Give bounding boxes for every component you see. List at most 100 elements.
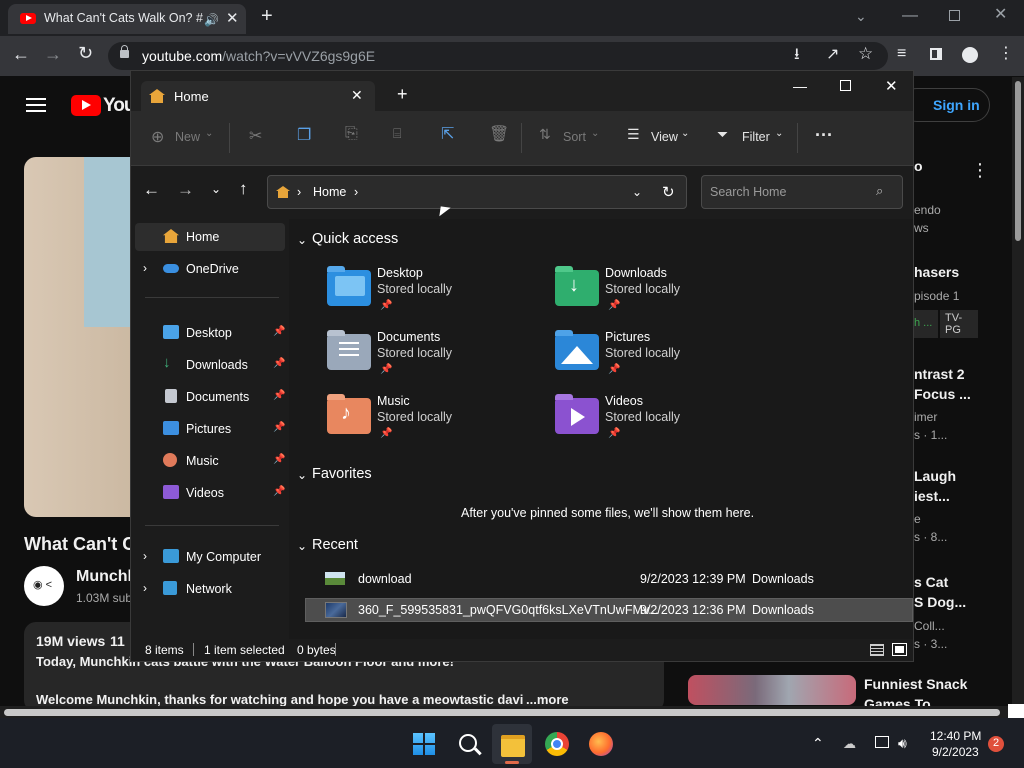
sidebar-5-title-2[interactable]: Games To <box>864 696 931 706</box>
nav-expand-computer-icon[interactable]: › <box>143 549 147 563</box>
file-explorer-taskbar-button[interactable] <box>492 724 532 764</box>
nav-item-desktop[interactable]: Desktop 📌 <box>135 319 285 347</box>
channel-name[interactable]: Munchk <box>76 568 136 586</box>
address-refresh-icon[interactable]: ↻ <box>662 183 675 201</box>
nav-item-videos[interactable]: Videos 📌 <box>135 479 285 507</box>
favorites-chevron-icon[interactable]: ⌄ <box>297 468 307 482</box>
page-scrollbar-vertical-thumb[interactable] <box>1015 81 1021 241</box>
explorer-new-tab-icon[interactable]: + <box>397 84 408 105</box>
quick-access-videos[interactable]: Videos Stored locally 📌 <box>555 394 775 454</box>
recent-row-download[interactable]: download 9/2/2023 12:39 PM Downloads <box>305 567 913 591</box>
nav-item-music[interactable]: Music 📌 <box>135 447 285 475</box>
sidebar-2-title-2[interactable]: Focus ... <box>914 386 971 402</box>
sidebar-more-icon[interactable]: ⋮ <box>971 160 989 181</box>
cut-icon[interactable]: ✂ <box>249 126 262 146</box>
explorer-tab-home[interactable]: Home ✕ <box>141 81 375 111</box>
tiles-view-icon[interactable] <box>892 643 907 656</box>
notification-badge[interactable]: 2 <box>988 736 1004 752</box>
recent-chevron-icon[interactable]: ⌄ <box>297 539 307 553</box>
nav-item-network[interactable]: › Network <box>135 575 285 603</box>
side-panel-icon[interactable] <box>930 48 942 60</box>
delete-icon[interactable]: 🗑 <box>489 124 509 144</box>
media-control-icon[interactable]: ≡ <box>897 46 906 62</box>
sidebar-5-thumbnail[interactable] <box>688 675 856 705</box>
reload-icon[interactable]: ↻ <box>78 44 93 62</box>
firefox-taskbar-icon[interactable] <box>589 732 613 756</box>
quick-access-pictures[interactable]: Pictures Stored locally 📌 <box>555 330 775 390</box>
explorer-address-bar[interactable]: › Home › ⌄ ↻ <box>267 175 687 209</box>
paste-icon[interactable]: ⎘ <box>345 125 358 143</box>
quick-access-music[interactable]: ♪ Music Stored locally 📌 <box>327 394 547 454</box>
rename-icon[interactable]: ⌸ <box>393 125 401 142</box>
nav-item-home[interactable]: Home <box>135 223 285 251</box>
network-status-icon[interactable] <box>875 736 889 748</box>
back-icon[interactable]: ← <box>12 45 30 63</box>
explorer-search-box[interactable]: Search Home ⌕ <box>701 175 903 209</box>
recent-locations-icon[interactable]: ⌄ <box>211 182 221 196</box>
address-dropdown-icon[interactable]: ⌄ <box>632 185 642 199</box>
nav-item-pictures[interactable]: Pictures 📌 <box>135 415 285 443</box>
share-file-icon[interactable]: ⇱ <box>441 124 454 144</box>
nav-item-my-computer[interactable]: › My Computer <box>135 543 285 571</box>
quick-access-downloads[interactable]: ↓ Downloads Stored locally 📌 <box>555 266 775 326</box>
chrome-taskbar-icon[interactable] <box>545 732 569 756</box>
sidebar-4-title-2[interactable]: S Dog... <box>914 594 966 610</box>
nav-back-icon[interactable]: ← <box>143 180 160 200</box>
nav-item-documents[interactable]: Documents 📌 <box>135 383 285 411</box>
more-options-button[interactable]: ··· <box>815 125 833 146</box>
install-app-icon[interactable]: ⭳ <box>794 47 800 63</box>
nav-item-downloads[interactable]: ↓ Downloads 📌 <box>135 351 285 379</box>
tab-search-icon[interactable]: ⌄ <box>855 8 867 24</box>
nav-forward-icon[interactable]: → <box>177 180 194 200</box>
audio-playing-icon[interactable]: 🔊 <box>204 12 219 28</box>
quick-access-desktop[interactable]: Desktop Stored locally 📌 <box>327 266 547 326</box>
sidebar-2-title-1[interactable]: ntrast 2 <box>914 366 965 382</box>
new-button[interactable]: New <box>175 130 200 144</box>
explorer-minimize-icon[interactable]: — <box>793 78 807 94</box>
nav-expand-network-icon[interactable]: › <box>143 581 147 595</box>
explorer-close-icon[interactable]: ✕ <box>885 77 898 95</box>
new-tab-icon[interactable]: + <box>261 6 273 26</box>
show-hidden-icons-icon[interactable]: ⌃ <box>812 735 824 752</box>
page-scrollbar-horizontal[interactable] <box>0 706 1024 718</box>
nav-up-icon[interactable]: ↑ <box>239 179 248 199</box>
youtube-logo[interactable] <box>71 95 101 116</box>
explorer-maximize-icon[interactable] <box>840 80 851 91</box>
window-close-icon[interactable]: ✕ <box>994 7 1007 23</box>
bookmark-star-icon[interactable]: ☆ <box>858 45 873 62</box>
minimize-icon[interactable]: — <box>902 8 918 24</box>
sidebar-5-title-1[interactable]: Funniest Snack <box>864 676 967 692</box>
clock-date[interactable]: 9/2/2023 <box>932 745 979 759</box>
explorer-tab-close-icon[interactable]: ✕ <box>351 87 363 104</box>
page-scrollbar-vertical[interactable] <box>1012 77 1024 706</box>
start-button-icon[interactable] <box>413 733 435 755</box>
quick-access-documents[interactable]: Documents Stored locally 📌 <box>327 330 547 390</box>
sidebar-0-title[interactable]: o <box>914 158 923 174</box>
nav-item-onedrive[interactable]: › OneDrive <box>135 255 285 283</box>
sync-status-icon[interactable]: ☁︎ <box>843 736 856 752</box>
sort-button[interactable]: Sort <box>563 130 586 144</box>
channel-avatar[interactable]: ◉ < <box>24 566 64 606</box>
forward-icon[interactable]: → <box>44 45 62 63</box>
profile-icon[interactable] <box>962 47 978 63</box>
search-input[interactable]: Search Home <box>710 185 786 199</box>
restore-icon[interactable] <box>949 10 960 21</box>
more-link[interactable]: ...more <box>526 692 569 707</box>
search-icon[interactable]: ⌕ <box>876 183 883 199</box>
page-scrollbar-horizontal-thumb[interactable] <box>4 709 1000 716</box>
recent-header[interactable]: Recent <box>312 537 358 553</box>
breadcrumb-home[interactable]: Home <box>313 185 346 199</box>
quick-access-chevron-icon[interactable]: ⌄ <box>297 233 307 247</box>
nav-expand-onedrive-icon[interactable]: › <box>143 261 147 275</box>
filter-button[interactable]: Filter <box>742 130 770 144</box>
close-tab-icon[interactable]: ✕ <box>226 11 239 27</box>
copy-icon[interactable]: ❐ <box>297 125 311 145</box>
recent-row-360F[interactable]: 360_F_599535831_pwQFVG0qtf6ksLXeVTnUwFMv… <box>305 598 913 622</box>
sidebar-1-title[interactable]: hasers <box>914 264 959 280</box>
sidebar-3-title-1[interactable]: Laugh <box>914 468 956 484</box>
view-button[interactable]: View <box>651 130 678 144</box>
share-icon[interactable]: ↗ <box>826 47 839 63</box>
details-view-icon[interactable] <box>870 644 884 656</box>
favorites-header[interactable]: Favorites <box>312 466 372 482</box>
clock-time[interactable]: 12:40 PM <box>930 729 981 743</box>
